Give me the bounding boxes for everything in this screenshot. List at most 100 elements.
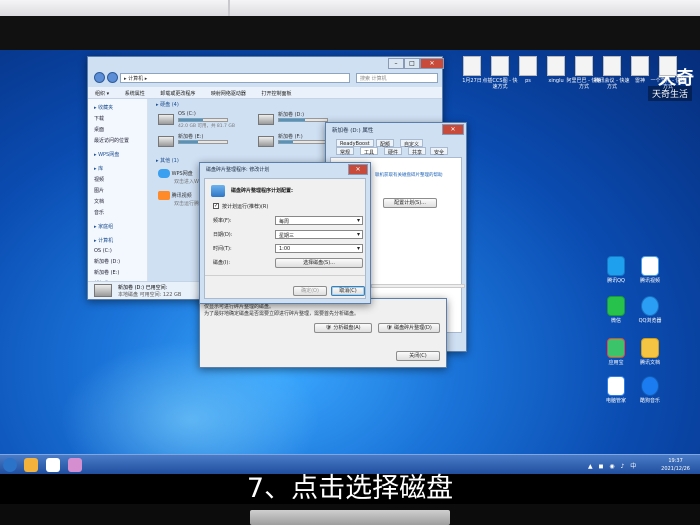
nav-item[interactable]: 文档 xyxy=(88,196,147,207)
help-link[interactable]: 联机获取有关磁盘碎片整理的帮助 xyxy=(375,172,443,178)
tab-hardware[interactable]: 硬件 xyxy=(384,147,403,156)
desktop-icon-label: 腾讯视频 xyxy=(639,278,660,284)
day-label: 日期(D): xyxy=(213,232,233,238)
nav-item[interactable]: ▸ 收藏夹 xyxy=(88,102,147,113)
day-select[interactable]: 星期三 xyxy=(275,230,363,239)
command-bar: 组织 ▾ 系统属性 卸载或更改程序 映射网络驱动器 打开控制面板 xyxy=(88,87,442,99)
nav-item[interactable]: ▸ 计算机 xyxy=(88,235,147,246)
close-button[interactable]: ✕ xyxy=(348,164,368,175)
appstore-icon xyxy=(607,338,625,358)
defrag-icon xyxy=(211,185,225,197)
disk-list[interactable] xyxy=(371,284,465,288)
tab-sharing[interactable]: 共享 xyxy=(408,147,427,156)
close-dialog-button[interactable]: 关闭(C) xyxy=(396,351,440,361)
nav-item[interactable]: ▸ 家庭组 xyxy=(88,221,147,232)
desktop-icon-docs[interactable]: 腾讯文档 xyxy=(632,338,668,366)
nav-item[interactable]: 最近访问的位置 xyxy=(88,135,147,146)
nav-item[interactable]: OS (C:) xyxy=(88,246,147,256)
start-icon[interactable] xyxy=(3,458,17,472)
nav-item[interactable]: 视频 xyxy=(88,174,147,185)
nav-item[interactable]: 图片 xyxy=(88,185,147,196)
back-icon[interactable] xyxy=(94,72,105,83)
qq-taskbar-icon[interactable] xyxy=(46,458,60,472)
section-hard-disks: ▸ 硬盘 (4) xyxy=(156,102,179,108)
cancel-button[interactable]: 取消(C) xyxy=(331,286,365,296)
time-select[interactable]: 1:00 xyxy=(275,244,363,253)
shield-icon: 🛡 xyxy=(386,325,393,331)
defrag-disk-label: 磁盘碎片整理(D) xyxy=(394,325,432,331)
docs-icon xyxy=(641,338,659,358)
drive-icon xyxy=(258,114,274,125)
drive-e[interactable]: 新加卷 (E:) xyxy=(158,133,258,153)
address-bar[interactable]: ▸ 计算机 ▸ xyxy=(120,73,350,83)
explorer-icon[interactable] xyxy=(24,458,38,472)
desktop-icon-music[interactable]: 酷狗音乐 xyxy=(632,376,668,404)
close-button[interactable]: ✕ xyxy=(442,124,464,135)
drive-free-space: 42.0 GB 可用，共 81.7 GB xyxy=(178,124,235,129)
clock[interactable]: 19:37 2021/12/26 xyxy=(661,457,690,473)
video-icon xyxy=(641,256,659,276)
dialog-body: 磁盘碎片整理程序计划配置: ✓ 按计划运行(推荐)(R) 频率(F): 每周 日… xyxy=(204,178,366,299)
nav-item[interactable]: ▸ 库 xyxy=(88,163,147,174)
drive-icon xyxy=(158,136,174,147)
desktop-icon-label: 电脑管家 xyxy=(605,398,626,404)
minimize-button[interactable]: – xyxy=(388,58,404,69)
video-icon xyxy=(158,191,170,200)
cloud-icon xyxy=(158,169,170,178)
desktop-icon-guard[interactable]: 电脑管家 xyxy=(598,376,634,404)
run-on-schedule-label: 按计划运行(推荐)(R) xyxy=(222,204,269,210)
section-other: ▸ 其他 (1) xyxy=(156,158,179,164)
desktop-icon-appstore[interactable]: 应用宝 xyxy=(598,338,634,366)
tab-security[interactable]: 安全 xyxy=(430,147,449,156)
nav-item[interactable]: 音乐 xyxy=(88,207,147,218)
drive-label: OS (C:) xyxy=(178,111,196,117)
nav-item[interactable]: 下载 xyxy=(88,113,147,124)
music-icon xyxy=(641,376,659,396)
close-button[interactable]: ✕ xyxy=(420,58,444,69)
drive-c[interactable]: OS (C:) 42.0 GB 可用，共 81.7 GB xyxy=(158,111,258,131)
frequency-label: 频率(F): xyxy=(213,218,232,224)
desktop-icon[interactable]: 一个文件 - 快捷方式 xyxy=(650,56,686,90)
details-type: 本地磁盘 可用空间: 122 GB xyxy=(118,292,182,298)
desktop-icon-video[interactable]: 腾讯视频 xyxy=(632,256,668,284)
tab-quota[interactable]: 配额 xyxy=(376,139,395,148)
forward-icon[interactable] xyxy=(107,72,118,83)
file-icon xyxy=(491,56,509,76)
desktop-icon-browser[interactable]: QQ浏览器 xyxy=(632,296,668,324)
video-frame: 天奇 天奇生活 1月27日 点插CCS图 - 快速方式 ps xinglu 阿里… xyxy=(0,0,700,525)
nav-item[interactable]: 新加卷 (E:) xyxy=(88,267,147,278)
desktop-icon-wechat[interactable]: 微信 xyxy=(598,296,634,324)
desktop-icon-label: xinglu xyxy=(548,78,564,84)
tab-readyboost[interactable]: ReadyBoost xyxy=(336,139,374,147)
tab-general[interactable]: 常规 xyxy=(336,147,355,156)
defrag-disk-button[interactable]: 🛡 磁盘碎片整理(D) xyxy=(378,323,440,333)
details-name: 新加卷 (D:) 已用空间: xyxy=(118,285,168,291)
configure-schedule-button[interactable]: 配置计划(S)... xyxy=(383,198,437,208)
analyze-disk-button[interactable]: 🛡 分析磁盘(A) xyxy=(314,323,372,333)
file-icon xyxy=(575,56,593,76)
desktop-icon-label: 微信 xyxy=(610,318,621,324)
tab-customize[interactable]: 自定义 xyxy=(400,139,424,148)
other-item-label: 腾讯视频 xyxy=(171,193,192,199)
frequency-select[interactable]: 每周 xyxy=(275,216,363,225)
run-on-schedule-checkbox[interactable]: ✓ xyxy=(213,203,219,209)
select-disks-button[interactable]: 选择磁盘(S)... xyxy=(275,258,363,268)
nav-item[interactable]: 桌面 xyxy=(88,124,147,135)
tab-strip: ReadyBoost 配额 自定义 常规 工具 硬件 共享 安全 xyxy=(330,139,462,157)
desktop: 天奇 天奇生活 1月27日 点插CCS图 - 快速方式 ps xinglu 阿里… xyxy=(0,50,700,474)
desktop-icon-qq[interactable]: 腾讯QQ xyxy=(598,256,634,284)
folder-icon xyxy=(463,56,481,76)
tab-tools[interactable]: 工具 xyxy=(360,147,379,156)
disks-label: 磁盘(I): xyxy=(213,260,231,266)
app-taskbar-icon[interactable] xyxy=(68,458,82,472)
system-tray[interactable]: ▲ ◼ ◉ ♪ 中 xyxy=(588,461,642,470)
desktop-icon-label: 酷狗音乐 xyxy=(639,398,660,404)
desktop-icon-label: 应用宝 xyxy=(608,360,624,366)
maximize-button[interactable]: □ xyxy=(404,58,420,69)
ok-button[interactable]: 确定(O) xyxy=(293,286,327,296)
nav-item[interactable]: ▸ WPS网盘 xyxy=(88,149,147,160)
search-input[interactable]: 搜索 计算机 xyxy=(356,73,438,83)
nav-item[interactable]: 新加卷 (D:) xyxy=(88,256,147,267)
dialog-heading: 磁盘碎片整理程序计划配置: xyxy=(231,188,294,194)
clock-date: 2021/12/26 xyxy=(661,466,690,472)
